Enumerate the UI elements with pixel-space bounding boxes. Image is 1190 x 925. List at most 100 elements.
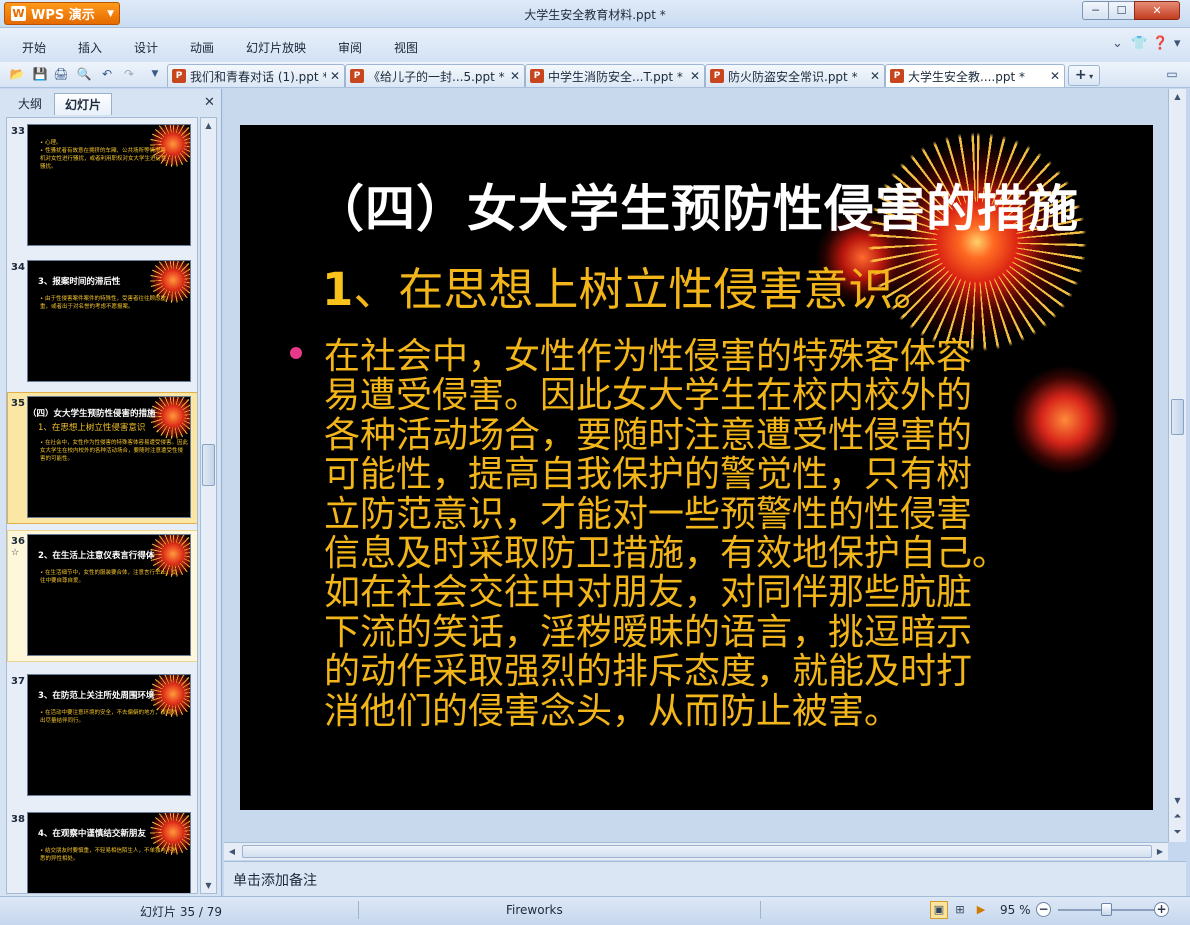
- scrollbar-thumb[interactable]: [1171, 399, 1184, 435]
- collapse-ribbon-icon[interactable]: ⌄: [1112, 36, 1123, 51]
- menu-review[interactable]: 审阅: [338, 39, 362, 56]
- slide-preview: 3、报案时间的滞后性 • 由于性侵害案件案件的特殊性，受害者往往顾虑重重，或者出…: [27, 260, 191, 382]
- scroll-up-icon[interactable]: ▲: [201, 118, 216, 133]
- subtitle-number: 1: [322, 263, 354, 316]
- redo-icon[interactable]: ↷: [121, 66, 137, 82]
- slide-thumbnail-list[interactable]: 33 • 心理。 • 性骚扰者有故意在拥挤的车厢、公共场所等情况乘机对女性进行骚…: [6, 117, 198, 894]
- tab-outline[interactable]: 大纲: [8, 93, 52, 115]
- next-slide-icon[interactable]: ⏷: [1169, 825, 1186, 841]
- tab-document-1[interactable]: P 我们和青春对话 (1).ppt * ✕: [167, 64, 345, 87]
- slide-thumbnail-37[interactable]: 37 3、在防范上关注所处周围环境 • 在活动中要注意环境的安全，不去偏僻的地方…: [7, 674, 197, 800]
- body-line: 如在社会交往中对朋友，对同伴那些肮脏: [324, 572, 973, 614]
- thumb-title: 2、在生活上注意仪表言行得体: [38, 551, 155, 561]
- menu-slideshow[interactable]: 幻灯片放映: [246, 39, 306, 56]
- scroll-down-icon[interactable]: ▼: [201, 878, 216, 893]
- body-line: 的动作采取强烈的排斥态度，就能及时打: [324, 651, 973, 693]
- slideshow-play-icon[interactable]: ▶: [972, 901, 990, 919]
- toolbar-dropdown-icon[interactable]: ▼: [147, 66, 163, 82]
- body-line: 下流的笑话，淫秽暧昧的语言，挑逗暗示: [324, 611, 973, 653]
- notes-placeholder[interactable]: 单击添加备注: [233, 870, 317, 890]
- divider: [760, 901, 761, 919]
- window-layout-icon[interactable]: ▭: [1163, 66, 1181, 82]
- scroll-right-icon[interactable]: ▶: [1152, 843, 1168, 860]
- zoom-level[interactable]: 95 %: [1000, 903, 1031, 917]
- slide-thumbnail-36[interactable]: 36 ☆ 2、在生活上注意仪表言行得体 • 在生活细节中，女性的服装要合体，注意…: [7, 530, 197, 664]
- zoom-slider-handle[interactable]: [1100, 903, 1112, 916]
- editor-horizontal-scrollbar[interactable]: ◀ ▶: [224, 842, 1168, 860]
- skin-shirt-icon[interactable]: 👕: [1131, 36, 1147, 51]
- previous-slide-icon[interactable]: ⏶: [1169, 809, 1186, 825]
- slide-thumbnail-34[interactable]: 34 3、报案时间的滞后性 • 由于性侵害案件案件的特殊性，受害者往往顾虑重重，…: [7, 260, 197, 386]
- minimize-button[interactable]: ─: [1082, 1, 1109, 20]
- scroll-down-icon[interactable]: ▼: [1169, 793, 1186, 809]
- zoom-in-icon[interactable]: +: [1154, 902, 1169, 917]
- notes-pane[interactable]: 单击添加备注: [224, 861, 1186, 896]
- fireworks-decoration: [862, 127, 1092, 357]
- print-icon[interactable]: 🖨: [53, 66, 69, 82]
- slide-number: 33: [11, 126, 25, 137]
- save-icon[interactable]: 💾: [32, 66, 48, 82]
- animation-star-icon: ☆: [11, 548, 20, 558]
- editor-vertical-scrollbar[interactable]: ▲ ▼ ⏶ ⏷: [1168, 89, 1186, 842]
- thumb-title: 3、报案时间的滞后性: [38, 277, 121, 287]
- tab-label: 中学生消防安全...T.ppt *: [548, 69, 683, 84]
- close-tab-icon[interactable]: ✕: [870, 69, 880, 83]
- close-tab-icon[interactable]: ✕: [690, 69, 700, 83]
- ppt-file-icon: P: [890, 69, 904, 83]
- scroll-left-icon[interactable]: ◀: [224, 843, 240, 860]
- scrollbar-thumb[interactable]: [242, 845, 1152, 858]
- divider: [358, 901, 359, 919]
- fireworks-decoration: [150, 397, 190, 439]
- current-slide[interactable]: （四）女大学生预防性侵害的措施 1、在思想上树立性侵害意识。 在社会中，女性作为…: [240, 125, 1153, 810]
- thumb-body-text: • 结交朋友时要慎重，不轻易相信陌生人，不单独与不熟悉的异性相处。: [40, 848, 177, 862]
- close-window-button[interactable]: ✕: [1134, 1, 1180, 20]
- help-dropdown-icon[interactable]: ▾: [1174, 36, 1181, 51]
- tab-document-3[interactable]: P 中学生消防安全...T.ppt * ✕: [525, 64, 705, 87]
- open-folder-icon[interactable]: 📂: [9, 66, 25, 82]
- print-preview-icon[interactable]: 🔍: [76, 66, 92, 82]
- close-tab-icon[interactable]: ✕: [1050, 69, 1060, 83]
- menu-design[interactable]: 设计: [134, 39, 158, 56]
- thumb-body-text: • 在活动中要注意环境的安全，不去偏僻的地方，夜间外出尽量结伴同行。: [40, 710, 177, 724]
- ppt-file-icon: P: [350, 69, 364, 83]
- body-line: 立防范意识，才能对一些预警性的性侵害: [324, 493, 973, 535]
- tab-document-5-active[interactable]: P 大学生安全教....ppt * ✕: [885, 64, 1065, 87]
- theme-name: Fireworks: [506, 903, 563, 917]
- thumb-title: （四）女大学生预防性侵害的措施: [28, 409, 156, 419]
- slide-number: 36: [11, 536, 25, 547]
- zoom-out-icon[interactable]: −: [1036, 902, 1051, 917]
- scrollbar-thumb[interactable]: [202, 444, 215, 486]
- tab-document-2[interactable]: P 《给儿子的一封...5.ppt * ✕: [345, 64, 525, 87]
- normal-view-icon[interactable]: ▣: [930, 901, 948, 919]
- slide-title[interactable]: （四）女大学生预防性侵害的措施: [240, 169, 1153, 241]
- new-tab-button[interactable]: + ▾: [1068, 65, 1100, 86]
- slide-thumbnail-33[interactable]: 33 • 心理。 • 性骚扰者有故意在拥挤的车厢、公共场所等情况乘机对女性进行骚…: [7, 124, 197, 250]
- menu-view[interactable]: 视图: [394, 39, 418, 56]
- thumb-body-text: • 心理。 • 性骚扰者有故意在拥挤的车厢、公共场所等情况乘机对女性进行骚扰，或…: [40, 140, 167, 170]
- thumb-title: 3、在防范上关注所处周围环境: [38, 691, 155, 701]
- close-tab-icon[interactable]: ✕: [510, 69, 520, 83]
- slide-thumbnail-38[interactable]: 38 4、在观察中谨慎结交新朋友 • 结交朋友时要慎重，不轻易相信陌生人，不单独…: [7, 812, 197, 893]
- slide-body-text[interactable]: 在社会中，女性作为性侵害的特殊客体容 易遭受侵害。因此女大学生在校内校外的 各种…: [324, 337, 1094, 731]
- slide-thumbnail-35-selected[interactable]: 35 （四）女大学生预防性侵害的措施 1、在思想上树立性侵害意识 • 在社会中，…: [7, 392, 197, 526]
- slide-preview: （四）女大学生预防性侵害的措施 1、在思想上树立性侵害意识 • 在社会中，女性作…: [27, 396, 191, 518]
- slide-sorter-icon[interactable]: ⊞: [951, 901, 969, 919]
- close-tab-icon[interactable]: ✕: [330, 69, 340, 83]
- close-panel-icon[interactable]: ✕: [204, 95, 215, 110]
- menu-insert[interactable]: 插入: [78, 39, 102, 56]
- slide-subtitle[interactable]: 1、在思想上树立性侵害意识。: [322, 253, 938, 318]
- thumbnail-scrollbar[interactable]: ▲ ▼: [200, 117, 217, 894]
- slide-number: 35: [11, 398, 25, 409]
- body-line: 各种活动场合，要随时注意遭受性侵害的: [324, 414, 973, 456]
- tab-document-4[interactable]: P 防火防盗安全常识.ppt * ✕: [705, 64, 885, 87]
- ppt-file-icon: P: [710, 69, 724, 83]
- slide-preview: 2、在生活上注意仪表言行得体 • 在生活细节中，女性的服装要合体，注意言行举止，…: [27, 534, 191, 656]
- scroll-up-icon[interactable]: ▲: [1169, 89, 1186, 105]
- undo-icon[interactable]: ↶: [99, 66, 115, 82]
- help-icon[interactable]: ❓: [1152, 36, 1168, 51]
- menu-animation[interactable]: 动画: [190, 39, 214, 56]
- maximize-button[interactable]: ☐: [1108, 1, 1135, 20]
- ppt-file-icon: P: [530, 69, 544, 83]
- tab-slides[interactable]: 幻灯片: [54, 93, 113, 115]
- menu-start[interactable]: 开始: [22, 39, 46, 56]
